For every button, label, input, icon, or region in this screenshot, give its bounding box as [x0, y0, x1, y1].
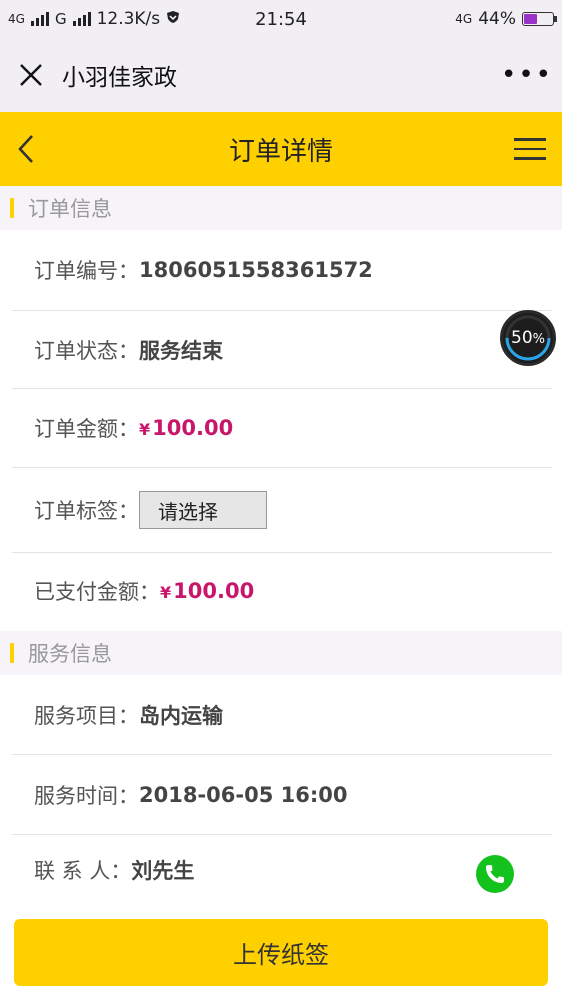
order-tag-row: 订单标签： 请选择 — [12, 468, 552, 553]
wechat-title-bar: 小羽佳家政 ••• — [0, 38, 562, 112]
network-label-1: 4G — [8, 12, 25, 26]
speed-boost-badge[interactable]: 50% — [500, 310, 556, 366]
order-status-label: 订单状态： — [34, 338, 139, 363]
contact-label: 联 系 人： — [34, 859, 132, 883]
service-time-value: 2018-06-05 16:00 — [139, 782, 348, 807]
signal-icon-2 — [72, 12, 91, 26]
service-time-label: 服务时间： — [34, 783, 139, 808]
order-amount-value: ¥100.00 — [139, 416, 233, 440]
badge-percent-sign: % — [532, 332, 545, 347]
order-tag-label: 订单标签： — [34, 499, 139, 523]
order-amount-number: 100.00 — [152, 416, 234, 440]
battery-icon — [522, 12, 557, 26]
paid-amount-label: 已支付金额： — [34, 580, 160, 604]
order-tag-select[interactable]: 请选择 — [139, 491, 267, 529]
service-item-value: 岛内运输 — [139, 704, 223, 728]
network-label-3: 4G — [455, 12, 473, 26]
more-options-icon[interactable]: ••• — [492, 60, 562, 90]
status-bar: 4G G 12.3K/s 21:54 4G 44% — [0, 0, 562, 38]
section-title: 服务信息 — [28, 642, 112, 666]
order-status-value: 服务结束 — [139, 338, 223, 363]
network-speed: 12.3K/s — [96, 9, 161, 29]
back-icon[interactable] — [4, 112, 48, 186]
currency-symbol: ¥ — [160, 583, 172, 602]
page-title: 订单详情 — [228, 136, 333, 167]
menu-icon[interactable] — [506, 112, 554, 186]
nav-bar: 订单详情 — [0, 112, 562, 186]
service-time-row: 服务时间： 2018-06-05 16:00 — [12, 755, 552, 835]
order-number-row: 订单编号： 1806051558361572 — [12, 230, 552, 311]
paid-amount-row: 已支付金额： ¥100.00 — [12, 553, 552, 629]
order-amount-label: 订单金额： — [34, 417, 139, 441]
network-label-2: G — [54, 10, 67, 28]
app-title: 小羽佳家政 — [62, 65, 177, 91]
upload-paper-sign-button[interactable]: 上传纸签 — [14, 919, 548, 986]
service-item-row: 服务项目： 岛内运输 — [12, 676, 552, 755]
phone-icon[interactable] — [476, 855, 514, 893]
section-service-info: 服务信息 — [0, 631, 562, 675]
contact-row: 联 系 人： 刘先生 — [12, 835, 552, 905]
section-title: 订单信息 — [28, 197, 112, 221]
status-left: 4G G 12.3K/s — [0, 9, 180, 29]
paid-amount-number: 100.00 — [173, 579, 255, 603]
contact-value: 刘先生 — [131, 859, 195, 883]
currency-symbol: ¥ — [139, 420, 151, 439]
signal-icon — [30, 12, 49, 26]
section-marker — [10, 643, 14, 663]
shield-icon — [166, 10, 180, 28]
badge-percent: 50 — [511, 328, 533, 348]
footer: 上传纸签 — [0, 905, 562, 1000]
status-right: 4G 44% — [455, 9, 562, 29]
section-order-info: 订单信息 — [0, 186, 562, 230]
battery-percent: 44% — [478, 9, 516, 29]
order-number-label: 订单编号： — [34, 259, 139, 283]
close-icon[interactable] — [0, 38, 62, 112]
order-number-value: 1806051558361572 — [139, 258, 373, 282]
service-item-label: 服务项目： — [34, 704, 139, 728]
order-amount-row: 订单金额： ¥100.00 — [12, 389, 552, 468]
order-status-row: 订单状态： 服务结束 — [12, 311, 552, 389]
paid-amount-value: ¥100.00 — [160, 579, 254, 603]
section-marker — [10, 198, 14, 218]
